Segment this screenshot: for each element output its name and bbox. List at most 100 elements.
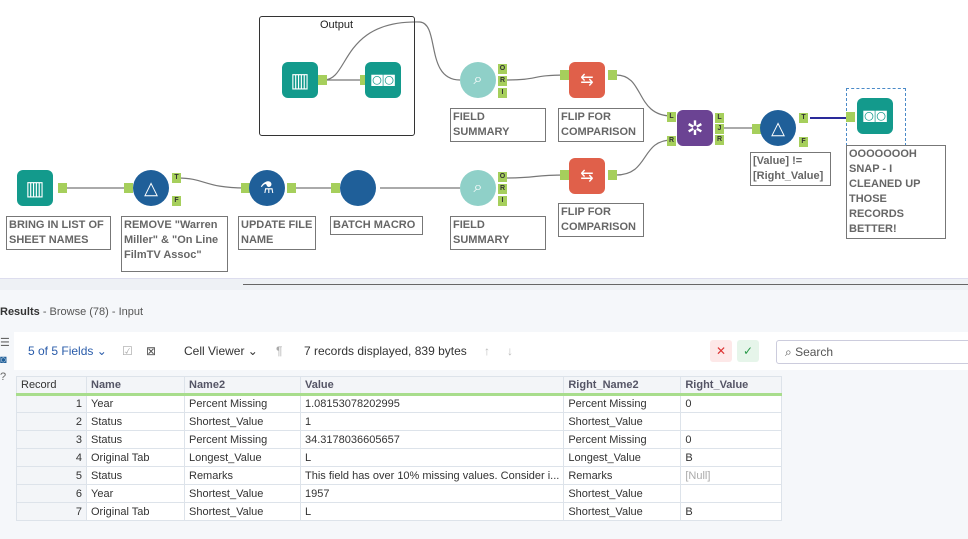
- field-summary-tool-top[interactable]: ⌕: [460, 62, 496, 98]
- col-name[interactable]: Name: [86, 376, 185, 396]
- cell-record[interactable]: 7: [16, 502, 87, 521]
- col-right-value[interactable]: Right_Value: [680, 376, 783, 396]
- cell-value[interactable]: This field has over 10% missing values. …: [299, 466, 565, 485]
- cell-record[interactable]: 1: [16, 394, 87, 413]
- cell-right-value[interactable]: 0: [680, 430, 783, 449]
- check-button[interactable]: ✓: [737, 340, 759, 362]
- cell-right-name2[interactable]: Longest_Value: [563, 448, 682, 467]
- cell-name2[interactable]: Percent Missing: [184, 430, 301, 449]
- cell-right-value[interactable]: [Null]: [680, 466, 783, 485]
- batch-macro-tool[interactable]: [340, 170, 376, 206]
- cell-right-value[interactable]: B: [680, 448, 783, 467]
- cell-record[interactable]: 5: [16, 466, 87, 485]
- cell-name[interactable]: Year: [86, 394, 185, 413]
- cell-name2[interactable]: Longest_Value: [184, 448, 301, 467]
- table-row[interactable]: 5 Status Remarks This field has over 10% mi…: [16, 466, 783, 485]
- col-name2[interactable]: Name2: [184, 376, 301, 396]
- field-summary-tool-bottom[interactable]: ⌕: [460, 170, 496, 206]
- deselect-icon[interactable]: ⊠: [146, 344, 156, 358]
- cell-value[interactable]: L: [299, 502, 565, 521]
- table-header: Record Name Name2 Value Right_Name2 Righ…: [16, 376, 783, 396]
- filter-tool-right[interactable]: △: [760, 110, 796, 146]
- table-row[interactable]: 7 Original Tab Shortest_Value L Shortest_Val…: [16, 502, 783, 521]
- cell-record[interactable]: 3: [16, 430, 87, 449]
- input-tool[interactable]: ▥: [17, 170, 53, 206]
- side-icons: ☰ ◙ ?: [0, 335, 12, 386]
- cell-name[interactable]: Status: [86, 412, 185, 431]
- field-summary-bottom-label: FIELD SUMMARY: [450, 216, 546, 250]
- filter-icon: △: [144, 177, 158, 198]
- browse-tool-top[interactable]: ◙◙: [365, 62, 401, 98]
- flask-icon: ⚗: [259, 180, 275, 197]
- join-tool[interactable]: ✲: [677, 110, 713, 146]
- search-icon: ⌕: [785, 345, 792, 359]
- col-value[interactable]: Value: [299, 376, 565, 396]
- table-row[interactable]: 6 Year Shortest_Value 1957 Shortest_Value: [16, 484, 783, 503]
- transpose-tool-top[interactable]: ⇆: [569, 62, 605, 98]
- cell-right-name2[interactable]: Shortest_Value: [563, 412, 682, 431]
- cell-record[interactable]: 2: [16, 412, 87, 431]
- panel-splitter[interactable]: [0, 278, 968, 290]
- container-title: Output: [320, 19, 354, 31]
- flip-icon: ⇆: [580, 72, 594, 89]
- cell-right-value[interactable]: [680, 484, 783, 503]
- cell-name2[interactable]: Shortest_Value: [184, 484, 301, 503]
- cell-right-name2[interactable]: Shortest_Value: [563, 484, 682, 503]
- table-row[interactable]: 3 Status Percent Missing 34.3178036605657 Pe…: [16, 430, 783, 449]
- field-summary-top-label: FIELD SUMMARY: [450, 108, 546, 142]
- flip-bottom-label: FLIP FOR COMPARISON: [558, 203, 644, 237]
- cell-right-value[interactable]: B: [680, 502, 783, 521]
- transpose-tool-bottom[interactable]: ⇆: [569, 158, 605, 194]
- search-input[interactable]: ⌕ Search: [776, 340, 968, 364]
- filter-tool-left[interactable]: △: [133, 170, 169, 206]
- cell-right-value[interactable]: 0: [680, 394, 783, 413]
- binoculars-icon: ◙◙: [370, 68, 396, 91]
- check-icon[interactable]: ☑: [122, 344, 133, 358]
- cell-value[interactable]: 34.3178036605657: [299, 430, 565, 449]
- cell-name[interactable]: Status: [86, 430, 185, 449]
- records-status: 7 records displayed, 839 bytes: [304, 344, 467, 358]
- cell-record[interactable]: 4: [16, 448, 87, 467]
- table-row[interactable]: 2 Status Shortest_Value 1 Shortest_Value: [16, 412, 783, 431]
- col-record[interactable]: Record: [16, 376, 87, 396]
- cell-name2[interactable]: Remarks: [184, 466, 301, 485]
- list-icon[interactable]: ☰: [0, 335, 12, 352]
- filter-icon: △: [771, 117, 785, 138]
- cell-value[interactable]: 1.08153078202995: [299, 394, 565, 413]
- cell-name2[interactable]: Shortest_Value: [184, 412, 301, 431]
- cell-right-name2[interactable]: Shortest_Value: [563, 502, 682, 521]
- cell-name[interactable]: Year: [86, 484, 185, 503]
- close-icon[interactable]: ✕: [710, 340, 732, 362]
- cell-name2[interactable]: Shortest_Value: [184, 502, 301, 521]
- pilcrow-icon[interactable]: ¶: [276, 344, 282, 358]
- input-tool-top[interactable]: ▥: [282, 62, 318, 98]
- binoculars-icon[interactable]: ◙: [0, 352, 12, 369]
- formula-tool[interactable]: ⚗: [249, 170, 285, 206]
- arrow-down-icon[interactable]: ↓: [507, 344, 513, 358]
- cell-name[interactable]: Status: [86, 466, 185, 485]
- cell-right-name2[interactable]: Remarks: [563, 466, 682, 485]
- cell-record[interactable]: 6: [16, 484, 87, 503]
- cell-right-value[interactable]: [680, 412, 783, 431]
- cell-right-name2[interactable]: Percent Missing: [563, 394, 682, 413]
- table-row[interactable]: 1 Year Percent Missing 1.08153078202995 Perc…: [16, 394, 783, 413]
- cell-name[interactable]: Original Tab: [86, 502, 185, 521]
- cell-value[interactable]: 1957: [299, 484, 565, 503]
- cell-viewer-dropdown[interactable]: Cell Viewer ⌄: [184, 344, 258, 358]
- cell-value[interactable]: L: [299, 448, 565, 467]
- col-right-name2[interactable]: Right_Name2: [563, 376, 682, 396]
- help-icon[interactable]: ?: [0, 369, 12, 386]
- arrow-up-icon[interactable]: ↑: [484, 344, 490, 358]
- cell-name[interactable]: Original Tab: [86, 448, 185, 467]
- fields-dropdown[interactable]: 5 of 5 Fields ⌄: [28, 344, 107, 358]
- cell-right-name2[interactable]: Percent Missing: [563, 430, 682, 449]
- output-anchor[interactable]: [318, 75, 327, 85]
- workflow-canvas[interactable]: Output ▥ ◙◙ ⌕ ORI FIELD SUMMARY ⇆ FLIP F…: [0, 0, 968, 278]
- browse-tool-right[interactable]: ◙◙: [857, 98, 893, 134]
- cell-value[interactable]: 1: [299, 412, 565, 431]
- table-row[interactable]: 4 Original Tab Longest_Value L Longest_Value…: [16, 448, 783, 467]
- cell-name2[interactable]: Percent Missing: [184, 394, 301, 413]
- input-label: BRING IN LIST OF SHEET NAMES: [6, 216, 111, 250]
- flip-icon: ⇆: [580, 168, 594, 185]
- join-icon: ✲: [686, 117, 704, 140]
